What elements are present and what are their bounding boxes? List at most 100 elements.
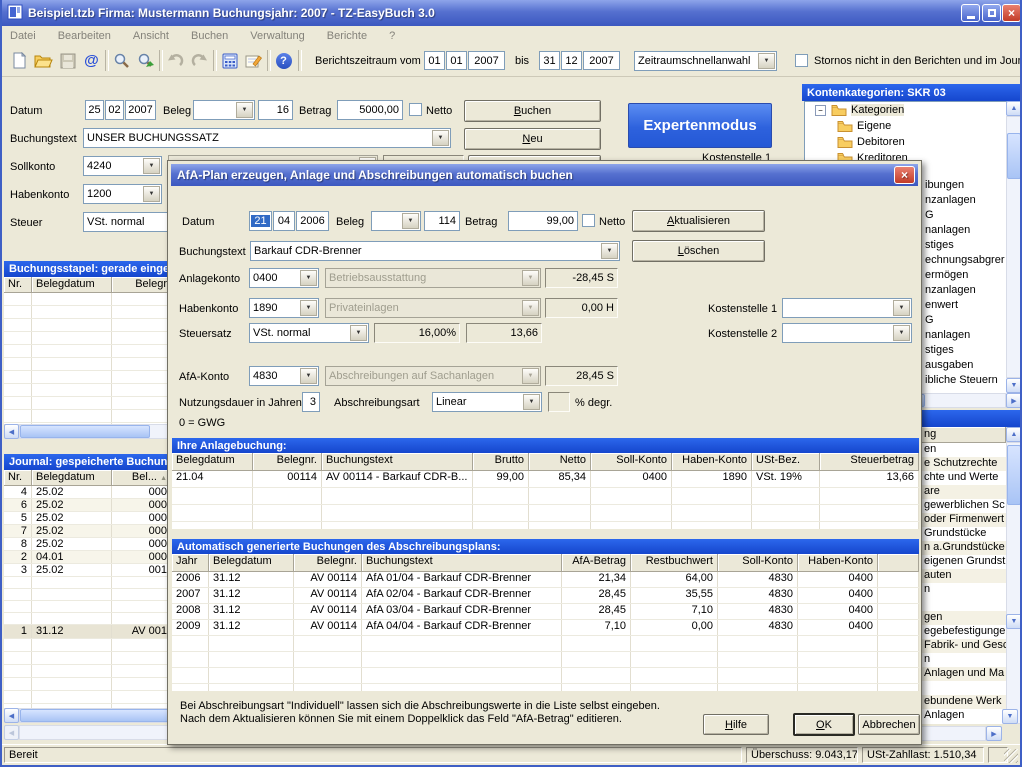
expertenmodus-button[interactable]: Expertenmodus <box>628 103 772 148</box>
period-from-month[interactable]: 01 <box>446 51 467 70</box>
degr-value-field[interactable] <box>548 392 570 412</box>
undo-icon[interactable] <box>164 49 187 72</box>
menu-verwaltung[interactable]: Verwaltung <box>250 30 304 42</box>
table-row[interactable] <box>4 332 172 345</box>
table-row[interactable] <box>4 358 172 371</box>
table-row[interactable] <box>4 691 172 704</box>
chevron-down-icon[interactable]: ▼ <box>758 53 775 69</box>
nutzungsdauer-field[interactable]: 3 <box>302 392 320 412</box>
scroll-left-icon[interactable]: ◀ <box>4 424 19 439</box>
chevron-down-icon[interactable]: ▼ <box>893 300 910 316</box>
scroll-down-icon[interactable]: ▼ <box>1006 378 1022 393</box>
plan-data-row[interactable]: 200631.12AV 00114AfA 01/04 - Barkauf CDR… <box>172 572 919 588</box>
buchungstext-combo[interactable]: UNSER BUCHUNGSSATZ▼ <box>83 128 451 148</box>
scroll-down-icon[interactable]: ▼ <box>1002 709 1018 724</box>
dlg-beleg-nr[interactable]: 114 <box>424 211 460 231</box>
table-row[interactable]: 204.01000 <box>4 551 172 564</box>
scroll-up-icon[interactable]: ▲ <box>1006 427 1022 442</box>
chevron-down-icon[interactable]: ▼ <box>893 325 910 341</box>
table-row[interactable] <box>4 601 172 613</box>
table-row[interactable] <box>4 371 172 384</box>
table-row[interactable] <box>172 636 919 652</box>
dlg-netto-checkbox[interactable] <box>582 214 595 227</box>
table-row[interactable] <box>172 522 919 529</box>
chevron-down-icon[interactable]: ▼ <box>143 186 160 202</box>
edit-note-icon[interactable] <box>242 49 265 72</box>
table-row[interactable] <box>4 384 172 397</box>
chevron-down-icon[interactable]: ▼ <box>300 270 317 286</box>
habenkonto-combo[interactable]: 1200▼ <box>83 184 162 204</box>
menu-ansicht[interactable]: Ansicht <box>133 30 169 42</box>
scroll-thumb[interactable] <box>1007 133 1021 179</box>
journal-selected-row[interactable]: 131.12AV 001 <box>4 625 172 639</box>
aktualisieren-button[interactable]: Aktualisieren <box>632 210 765 232</box>
datum-day[interactable]: 25 <box>85 100 104 120</box>
table-row[interactable] <box>4 577 172 589</box>
menu-datei[interactable]: Datei <box>10 30 36 42</box>
neu-button[interactable]: Neu <box>464 128 601 150</box>
period-quickselect-combo[interactable]: Zeitraumschnellanwahl▼ <box>634 51 777 71</box>
tree-collapse-icon[interactable]: − <box>815 105 826 116</box>
table-row[interactable]: 325.02001 <box>4 564 172 577</box>
scroll-right-icon[interactable]: ▶ <box>986 726 1002 741</box>
chevron-down-icon[interactable]: ▼ <box>601 243 618 259</box>
dlg-datum-year[interactable]: 2006 <box>296 211 329 231</box>
table-row[interactable] <box>172 488 919 505</box>
stornos-checkbox[interactable] <box>795 54 808 67</box>
scroll-up-icon[interactable]: ▲ <box>1006 101 1022 116</box>
period-from-year[interactable]: 2007 <box>468 51 505 70</box>
dlg-datum-day[interactable]: 21 <box>249 211 272 231</box>
scroll-thumb[interactable] <box>20 709 170 722</box>
resize-grip[interactable] <box>1004 749 1018 763</box>
datum-year[interactable]: 2007 <box>125 100 156 120</box>
search-go-icon[interactable] <box>134 49 157 72</box>
table-row[interactable]: 625.02000 <box>4 499 172 512</box>
netto-checkbox[interactable] <box>409 103 422 116</box>
loeschen-button[interactable]: Löschen <box>632 240 765 262</box>
open-file-icon[interactable] <box>32 49 55 72</box>
table-row[interactable] <box>4 319 172 332</box>
table-row[interactable] <box>4 306 172 319</box>
tree-item-debitoren[interactable]: Debitoren <box>805 134 1007 150</box>
sollkonto-combo[interactable]: 4240▼ <box>83 156 162 176</box>
dlg-buchungstext-combo[interactable]: Barkauf CDR-Brenner▼ <box>250 241 620 261</box>
table-row[interactable] <box>4 678 172 691</box>
abschreibungsart-combo[interactable]: Linear▼ <box>432 392 542 412</box>
afakonto-combo[interactable]: 4830▼ <box>249 366 319 386</box>
dlg-habenkonto-combo[interactable]: 1890▼ <box>249 298 319 318</box>
table-row[interactable] <box>172 505 919 522</box>
period-to-month[interactable]: 12 <box>561 51 582 70</box>
scroll-left-icon[interactable]: ◀ <box>4 708 19 723</box>
accounts-vscrollbar[interactable]: ▲ ▼ ▼ <box>1006 427 1022 724</box>
menu-help[interactable]: ? <box>389 30 395 42</box>
plan-data-row[interactable]: 200931.12AV 00114AfA 04/04 - Barkauf CDR… <box>172 620 919 636</box>
chevron-down-icon[interactable]: ▼ <box>300 368 317 384</box>
table-row[interactable] <box>172 668 919 684</box>
table-row[interactable]: 525.02000 <box>4 512 172 525</box>
chevron-down-icon[interactable]: ▼ <box>236 102 253 118</box>
kostenstelle1-combo[interactable]: ▼ <box>782 298 912 318</box>
beleg-nr-field[interactable]: 16 <box>258 100 293 120</box>
scroll-thumb[interactable] <box>20 425 150 438</box>
calculator-icon[interactable] <box>218 49 241 72</box>
abbrechen-button[interactable]: Abbrechen <box>858 714 920 735</box>
hilfe-button[interactable]: Hilfe <box>703 714 769 735</box>
table-row[interactable] <box>4 613 172 625</box>
beleg-combo[interactable]: ▼ <box>193 100 255 120</box>
redo-icon[interactable] <box>188 49 211 72</box>
save-icon[interactable] <box>56 49 79 72</box>
table-row[interactable]: 825.02000 <box>4 538 172 551</box>
help-icon[interactable]: ? <box>272 49 295 72</box>
table-row[interactable] <box>4 397 172 410</box>
dlg-beleg-combo[interactable]: ▼ <box>371 211 421 231</box>
anlage-data-row[interactable]: 21.0400114 AV 00114 - Barkauf CDR-B...99… <box>172 471 919 488</box>
menu-buchen[interactable]: Buchen <box>191 30 228 42</box>
chevron-down-icon[interactable]: ▼ <box>432 130 449 146</box>
scroll-down-icon[interactable]: ▼ <box>1006 614 1022 629</box>
scroll-right-icon[interactable]: ▶ <box>1006 393 1022 408</box>
steuersatz-combo[interactable]: VSt. normal▼ <box>249 323 369 343</box>
new-file-icon[interactable] <box>8 49 31 72</box>
minimize-button[interactable] <box>961 4 980 22</box>
journal-hscrollbar[interactable]: ◀ <box>4 708 172 723</box>
dialog-close-icon[interactable]: × <box>894 166 915 184</box>
